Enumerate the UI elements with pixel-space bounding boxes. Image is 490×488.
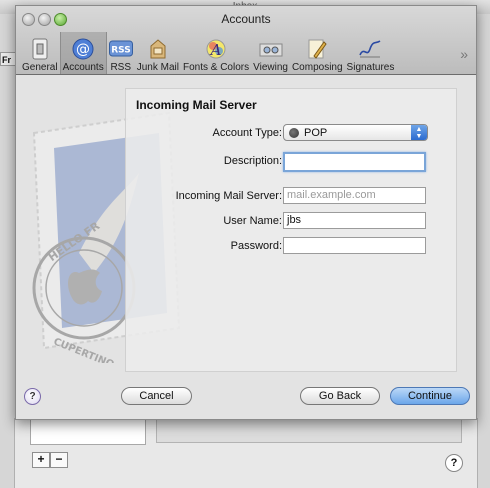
description-field[interactable] (283, 152, 426, 172)
toolbar-composing-label: Composing (291, 62, 343, 73)
toolbar-accounts-label: Accounts (62, 62, 104, 73)
preferences-help-button[interactable]: ? (445, 454, 463, 472)
continue-button[interactable]: Continue (390, 387, 470, 405)
rss-icon: RSS (108, 38, 133, 60)
toolbar-junk-mail[interactable]: Junk Mail (135, 32, 181, 74)
svg-text:RSS: RSS (111, 46, 131, 56)
at-icon: @ (71, 38, 95, 60)
toolbar-rss-label: RSS (110, 62, 131, 73)
switch-icon (28, 38, 52, 60)
pencil-icon (305, 38, 329, 60)
toolbar-viewing-label: Viewing (253, 62, 288, 73)
section-title: Incoming Mail Server (136, 98, 257, 112)
incoming-mail-server-field[interactable]: mail.example.com (283, 187, 426, 204)
toolbar-signatures-label: Signatures (346, 62, 395, 73)
toolbar-general[interactable]: General (20, 32, 60, 74)
toolbar-signatures[interactable]: Signatures (345, 32, 397, 74)
toolbar-fonts-colors-label: Fonts & Colors (182, 62, 250, 73)
toolbar-rss[interactable]: RSS RSS (107, 32, 135, 74)
user-name-label: User Name: (223, 215, 282, 227)
remove-account-button[interactable]: − (50, 452, 68, 468)
incoming-mail-server-label: Incoming Mail Server: (175, 190, 282, 202)
popup-arrows-icon: ▲ ▼ (411, 125, 427, 140)
add-account-button[interactable]: + (32, 452, 50, 468)
accounts-list[interactable] (30, 418, 146, 445)
incoming-mail-server-panel: Incoming Mail Server Account Type: POP ▲… (125, 88, 457, 372)
account-details-pane (156, 418, 462, 443)
setup-assistant-content: HELLO FR CUPERTINO CA Incoming Mail Serv… (16, 75, 476, 419)
toolbar-fonts-colors[interactable]: A Fonts & Colors (181, 32, 251, 74)
toolbar-viewing[interactable]: Viewing (251, 32, 290, 74)
signature-icon (358, 38, 382, 60)
toolbar-composing[interactable]: Composing (290, 32, 345, 74)
glasses-icon (259, 38, 283, 60)
toolbar-junk-mail-label: Junk Mail (136, 62, 179, 73)
accounts-window: Accounts General @ Accounts RSS RSS Junk… (15, 5, 477, 420)
svg-text:A: A (209, 41, 222, 59)
svg-text:@: @ (76, 42, 90, 58)
background-toolbar-stub: Fr (0, 52, 16, 66)
account-type-popup[interactable]: POP ▲ ▼ (283, 124, 428, 141)
fonts-icon: A (204, 38, 228, 60)
junk-mail-icon (146, 38, 170, 60)
globe-icon (289, 128, 299, 138)
preferences-toolbar: Accounts General @ Accounts RSS RSS Junk… (16, 6, 476, 75)
toolbar-accounts[interactable]: @ Accounts (59, 32, 107, 74)
description-label: Description: (223, 155, 282, 167)
password-label: Password: (230, 240, 282, 252)
cancel-button[interactable]: Cancel (121, 387, 192, 405)
user-name-field[interactable]: jbs (283, 212, 426, 229)
help-button[interactable]: ? (24, 388, 41, 405)
window-title: Accounts (221, 12, 271, 26)
account-type-label: Account Type: (212, 127, 282, 139)
toolbar-general-label: General (22, 62, 58, 73)
toolbar-overflow-chevron[interactable]: » (460, 46, 468, 62)
account-type-value: POP (304, 127, 328, 139)
password-field[interactable] (283, 237, 426, 254)
go-back-button[interactable]: Go Back (300, 387, 380, 405)
